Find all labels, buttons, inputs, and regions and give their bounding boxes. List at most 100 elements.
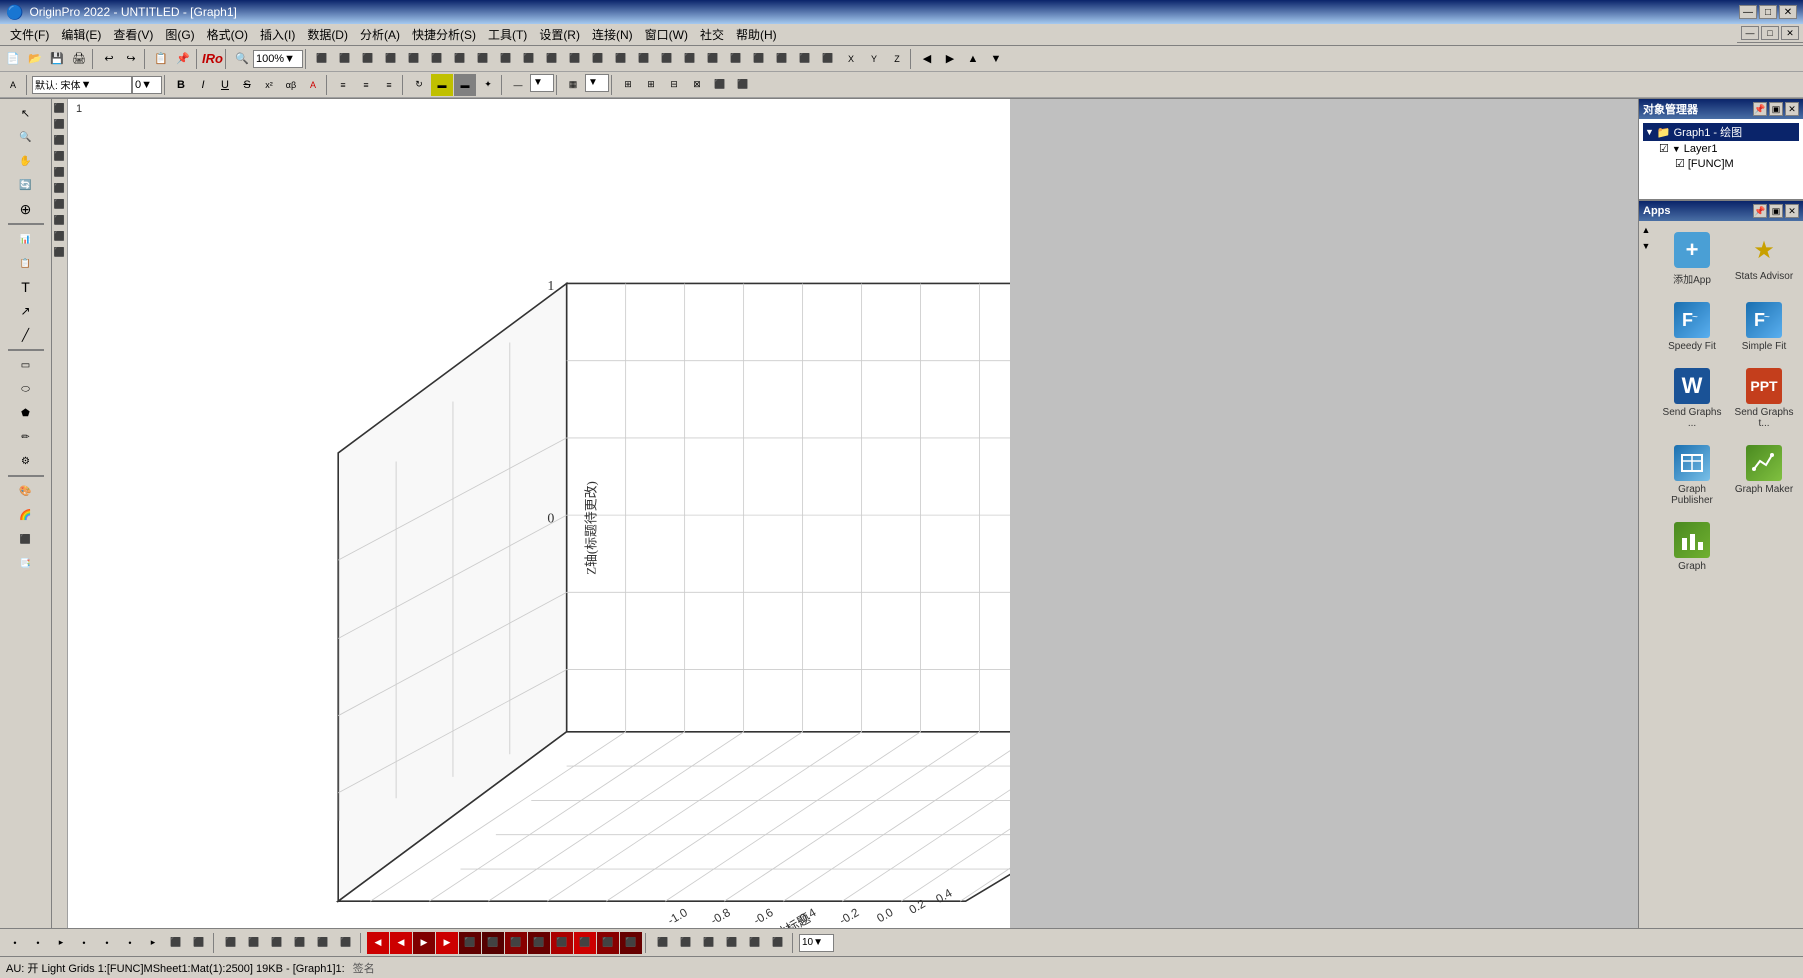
polygon-tool[interactable]: ⬟ bbox=[8, 402, 44, 424]
rotate-3d-tool[interactable]: 🔄 bbox=[8, 174, 44, 196]
bt-extra-6[interactable]: ⬛ bbox=[767, 932, 789, 954]
zoom-in-button[interactable]: 🔍 bbox=[231, 48, 253, 70]
tree-check-func[interactable]: ☑ bbox=[1675, 157, 1685, 170]
bt-nav-2[interactable]: ◀ bbox=[390, 932, 412, 954]
menu-settings[interactable]: 设置(R) bbox=[533, 24, 586, 45]
menu-social[interactable]: 社交 bbox=[694, 24, 730, 45]
obj-manager-pin-btn[interactable]: 📌 bbox=[1753, 102, 1767, 116]
tree-item-layer1[interactable]: ☑ ▼ Layer1 bbox=[1643, 141, 1799, 156]
bt-btn-15[interactable]: ⬛ bbox=[335, 932, 357, 954]
undo-button[interactable]: ↩ bbox=[98, 48, 120, 70]
tree-item-graph1[interactable]: ▼ 📁 Graph1 - 绘图 bbox=[1643, 123, 1799, 141]
tb-btn-n[interactable]: ⬛ bbox=[610, 48, 632, 70]
minimize-button[interactable]: — bbox=[1739, 5, 1757, 19]
tb-extra-a[interactable]: ⬛ bbox=[709, 74, 731, 96]
insert-graph-tool[interactable]: ⬛ bbox=[8, 528, 44, 550]
bt-btn-10[interactable]: ⬛ bbox=[220, 932, 242, 954]
arrow-left-btn[interactable]: ◀ bbox=[916, 48, 938, 70]
tb-btn-z[interactable]: Z bbox=[886, 48, 908, 70]
fontsize-dropdown[interactable]: 0▼ bbox=[132, 76, 162, 94]
bt-extra-2[interactable]: ⬛ bbox=[675, 932, 697, 954]
tb-btn-t[interactable]: ⬛ bbox=[748, 48, 770, 70]
menu-data[interactable]: 数据(D) bbox=[301, 24, 354, 45]
menu-file[interactable]: 文件(F) bbox=[4, 24, 55, 45]
color-fill-tool[interactable]: 🎨 bbox=[8, 480, 44, 502]
rs-btn-4[interactable]: ⬛ bbox=[53, 149, 67, 163]
save-button[interactable]: 💾 bbox=[46, 48, 68, 70]
menu-edit[interactable]: 编辑(E) bbox=[55, 24, 107, 45]
new-button[interactable]: 📄 bbox=[2, 48, 24, 70]
annotation-tool[interactable]: T bbox=[8, 276, 44, 298]
sparkle-btn[interactable]: ✦ bbox=[477, 74, 499, 96]
print-button[interactable]: 🖨 bbox=[68, 48, 90, 70]
italic-button[interactable]: I bbox=[192, 74, 214, 96]
font-dropdown[interactable]: 默认: 宋体▼ bbox=[32, 76, 132, 94]
tb-btn-q[interactable]: ⬛ bbox=[679, 48, 701, 70]
tb-btn-w[interactable]: ⬛ bbox=[817, 48, 839, 70]
ellipse-tool[interactable]: ⬭ bbox=[8, 378, 44, 400]
tb-btn-d[interactable]: ⬛ bbox=[380, 48, 402, 70]
bt-btn-2[interactable]: • bbox=[27, 932, 49, 954]
paste-button[interactable]: 📌 bbox=[172, 48, 194, 70]
close-button[interactable]: ✕ bbox=[1779, 5, 1797, 19]
tb-btn-x[interactable]: X bbox=[840, 48, 862, 70]
underline-button[interactable]: U bbox=[214, 74, 236, 96]
strikethrough-button[interactable]: S bbox=[236, 74, 258, 96]
tb-btn-s[interactable]: ⬛ bbox=[725, 48, 747, 70]
matrix-btn[interactable]: ⊞ bbox=[617, 74, 639, 96]
color1-btn[interactable]: ▬ bbox=[431, 74, 453, 96]
bt-nav-5[interactable]: ⬛ bbox=[459, 932, 481, 954]
menu-tools[interactable]: 工具(T) bbox=[482, 24, 533, 45]
tb-btn-e[interactable]: ⬛ bbox=[403, 48, 425, 70]
matrix2-btn[interactable]: ⊞ bbox=[640, 74, 662, 96]
bt-nav-10[interactable]: ⬛ bbox=[574, 932, 596, 954]
bt-number-dropdown[interactable]: 10▼ bbox=[799, 934, 834, 952]
align-center-btn[interactable]: ≡ bbox=[355, 74, 377, 96]
rs-btn-10[interactable]: ⬛ bbox=[53, 245, 67, 259]
app-item-gpublisher[interactable]: Graph Publisher bbox=[1657, 438, 1727, 513]
tb-btn-v[interactable]: ⬛ bbox=[794, 48, 816, 70]
inner-maximize-button[interactable]: □ bbox=[1761, 26, 1779, 40]
tb-btn-i[interactable]: ⬛ bbox=[495, 48, 517, 70]
inner-minimize-button[interactable]: — bbox=[1741, 26, 1759, 40]
apps-scroll-up[interactable]: ▲ bbox=[1640, 223, 1653, 237]
menu-graph[interactable]: 图(G) bbox=[159, 24, 200, 45]
rect-tool[interactable]: ▭ bbox=[8, 354, 44, 376]
inner-close-button[interactable]: ✕ bbox=[1781, 26, 1799, 40]
menu-quick[interactable]: 快捷分析(S) bbox=[406, 24, 482, 45]
tb-btn-y[interactable]: Y bbox=[863, 48, 885, 70]
apps-close-btn[interactable]: ✕ bbox=[1785, 204, 1799, 218]
superscript-button[interactable]: x² bbox=[258, 74, 280, 96]
bt-nav-9[interactable]: ⬛ bbox=[551, 932, 573, 954]
scale-tool[interactable]: ⚙ bbox=[8, 450, 44, 472]
bt-nav-6[interactable]: ⬛ bbox=[482, 932, 504, 954]
tb-btn-b[interactable]: ⬛ bbox=[334, 48, 356, 70]
tb-btn-c[interactable]: ⬛ bbox=[357, 48, 379, 70]
align-left-btn[interactable]: ≡ bbox=[332, 74, 354, 96]
bt-nav-1[interactable]: ◀ bbox=[367, 932, 389, 954]
line-style-btn[interactable]: — bbox=[507, 74, 529, 96]
bt-nav-8[interactable]: ⬛ bbox=[528, 932, 550, 954]
bold-button[interactable]: B bbox=[170, 74, 192, 96]
pointer-tool[interactable]: ↖ bbox=[8, 102, 44, 124]
rs-btn-1[interactable]: ⬛ bbox=[53, 101, 67, 115]
layer-tool[interactable]: 📑 bbox=[8, 552, 44, 574]
gridsize-drop[interactable]: ▼ bbox=[585, 74, 609, 92]
apps-float-btn[interactable]: ▣ bbox=[1769, 204, 1783, 218]
bt-btn-12[interactable]: ⬛ bbox=[266, 932, 288, 954]
maximize-button[interactable]: □ bbox=[1759, 5, 1777, 19]
tb-btn-f[interactable]: ⬛ bbox=[426, 48, 448, 70]
bt-nav-12[interactable]: ⬛ bbox=[620, 932, 642, 954]
bt-nav-4[interactable]: ▶ bbox=[436, 932, 458, 954]
rs-btn-9[interactable]: ⬛ bbox=[53, 229, 67, 243]
bt-btn-14[interactable]: ⬛ bbox=[312, 932, 334, 954]
menu-format[interactable]: 格式(O) bbox=[201, 24, 254, 45]
arrow-down-btn[interactable]: ▼ bbox=[985, 48, 1007, 70]
app-item-gmaker[interactable]: Graph Maker bbox=[1729, 438, 1799, 513]
menu-analysis[interactable]: 分析(A) bbox=[354, 24, 406, 45]
rs-btn-8[interactable]: ⬛ bbox=[53, 213, 67, 227]
menu-window[interactable]: 窗口(W) bbox=[639, 24, 694, 45]
apps-pin-btn[interactable]: 📌 bbox=[1753, 204, 1767, 218]
obj-manager-float-btn[interactable]: ▣ bbox=[1769, 102, 1783, 116]
redo-button[interactable]: ↪ bbox=[120, 48, 142, 70]
